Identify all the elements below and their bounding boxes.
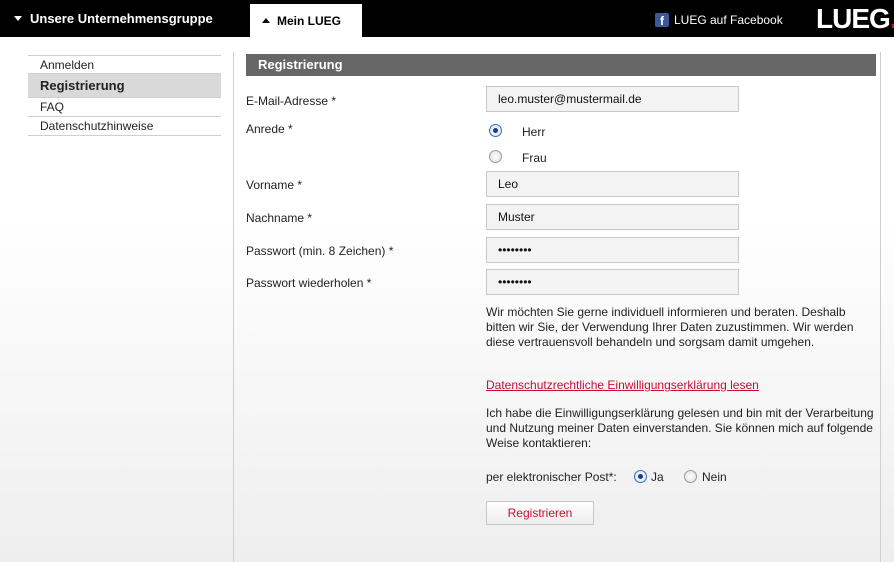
- logo-text: LUEG: [816, 3, 891, 34]
- vorname-label: Vorname *: [246, 178, 303, 192]
- nachname-field[interactable]: Muster: [486, 204, 739, 230]
- nachname-label: Nachname *: [246, 211, 313, 225]
- anrede-herr-label[interactable]: Herr: [522, 125, 545, 139]
- sidebar-nav: Anmelden Registrierung FAQ Datenschutzhi…: [28, 55, 221, 136]
- sidebar-item-datenschutzhinweise[interactable]: Datenschutzhinweise: [28, 117, 221, 136]
- post-nein-label[interactable]: Nein: [702, 470, 727, 484]
- consent-text: Ich habe die Einwilligungserklärung gele…: [486, 406, 874, 450]
- consent-link[interactable]: Datenschutzrechtliche Einwilligungserklä…: [486, 378, 759, 392]
- facebook-icon: f: [655, 13, 669, 27]
- sidebar-item-anmelden[interactable]: Anmelden: [28, 55, 221, 74]
- facebook-link-label: LUEG auf Facebook: [674, 13, 783, 27]
- mein-lueg-label: Mein LUEG: [277, 13, 342, 28]
- passwort-wiederholen-field[interactable]: ••••••••: [486, 269, 739, 295]
- caret-down-icon: [14, 16, 22, 21]
- info-text: Wir möchten Sie gerne individuell inform…: [486, 305, 854, 349]
- anrede-frau-radio[interactable]: [489, 150, 502, 163]
- sidebar-divider: [233, 52, 234, 562]
- anrede-frau-label[interactable]: Frau: [522, 151, 547, 165]
- post-ja-radio[interactable]: [634, 470, 647, 483]
- facebook-link[interactable]: f LUEG auf Facebook: [655, 12, 783, 28]
- top-navigation-bar: Unsere Unternehmensgruppe Mein LUEG f LU…: [0, 0, 894, 37]
- group-menu-toggle[interactable]: Unsere Unternehmensgruppe: [0, 0, 249, 37]
- logo-dot: .: [890, 3, 894, 34]
- anrede-label: Anrede *: [246, 122, 293, 136]
- register-button[interactable]: Registrieren: [486, 501, 594, 525]
- passwort-field[interactable]: ••••••••: [486, 237, 739, 263]
- lueg-logo[interactable]: LUEG.: [816, 3, 894, 35]
- post-label: per elektronischer Post*:: [486, 470, 617, 484]
- passwort-wiederholen-label: Passwort wiederholen *: [246, 276, 372, 290]
- group-menu-label: Unsere Unternehmensgruppe: [30, 11, 213, 26]
- post-ja-label[interactable]: Ja: [651, 470, 664, 484]
- sidebar-item-faq[interactable]: FAQ: [28, 98, 221, 117]
- sidebar-item-registrierung[interactable]: Registrierung: [28, 74, 221, 98]
- anrede-herr-radio[interactable]: [489, 124, 502, 137]
- vorname-field[interactable]: Leo: [486, 171, 739, 197]
- right-divider: [880, 52, 881, 562]
- section-title: Registrierung: [246, 54, 876, 76]
- passwort-label: Passwort (min. 8 Zeichen) *: [246, 244, 394, 258]
- post-nein-radio[interactable]: [684, 470, 697, 483]
- caret-up-icon: [262, 18, 270, 23]
- email-label: E-Mail-Adresse *: [246, 94, 337, 108]
- email-field[interactable]: leo.muster@mustermail.de: [486, 86, 739, 112]
- mein-lueg-tab[interactable]: Mein LUEG: [250, 4, 362, 37]
